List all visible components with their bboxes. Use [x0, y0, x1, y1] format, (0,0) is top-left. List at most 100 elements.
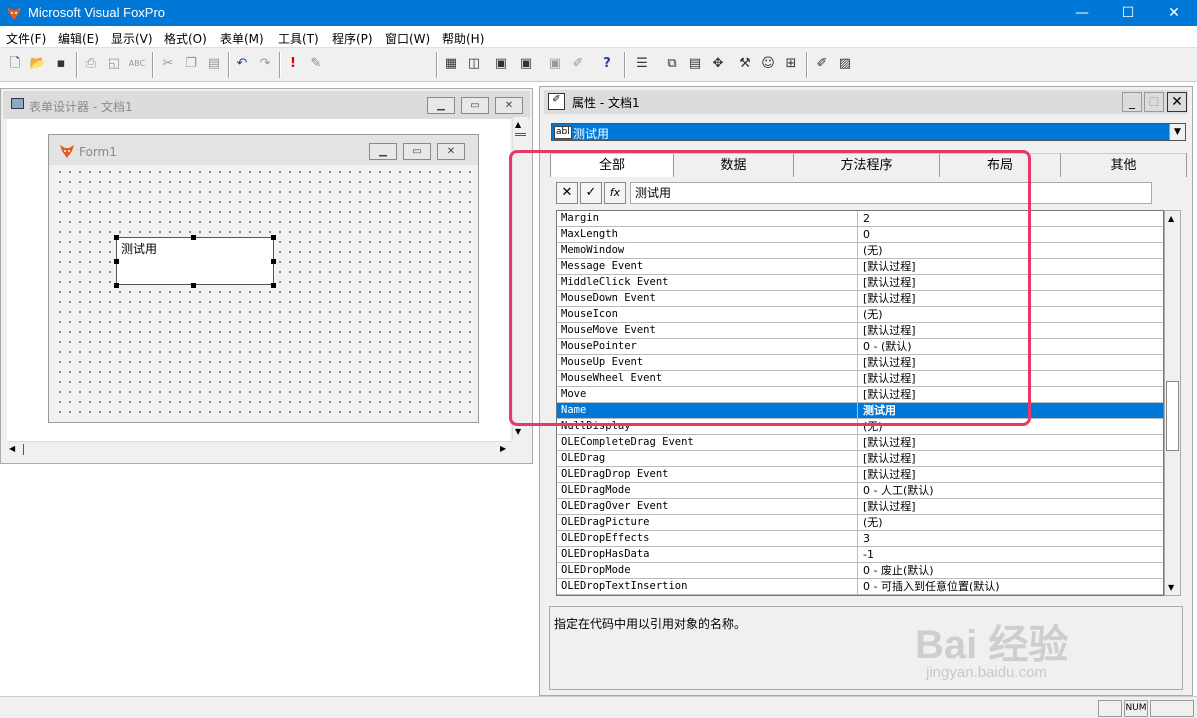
- property-row[interactable]: OLECompleteDrag Event [默认过程]: [557, 435, 1163, 451]
- selection-handle[interactable]: [191, 235, 196, 240]
- undo-icon[interactable]: ↶: [231, 53, 253, 75]
- paste-icon[interactable]: ▤: [203, 53, 225, 75]
- properties-titlebar[interactable]: ✐ 属性 - 文档1 _ ☐ ✕: [544, 90, 1188, 114]
- status-num-indicator: NUM: [1124, 700, 1148, 717]
- property-row[interactable]: OLEDrag [默认过程]: [557, 451, 1163, 467]
- form1-grid[interactable]: [55, 167, 473, 417]
- scroll-thumb-horizontal[interactable]: [23, 444, 26, 455]
- spell-check-icon[interactable]: ABC: [126, 53, 148, 75]
- scroll-down-icon[interactable]: ▼: [1168, 583, 1174, 592]
- scroll-right-icon[interactable]: ▶: [500, 444, 506, 453]
- minimize-button[interactable]: —: [1059, 0, 1105, 26]
- open-icon[interactable]: 📂: [27, 53, 49, 75]
- menu-view[interactable]: 显示(V): [111, 30, 153, 47]
- scroll-up-icon[interactable]: ▲: [1168, 214, 1174, 223]
- form-builder-icon[interactable]: ✐: [811, 53, 833, 75]
- property-row[interactable]: OLEDropMode 0 - 废止(默认): [557, 563, 1163, 579]
- selection-handle[interactable]: [114, 235, 119, 240]
- scroll-up-icon[interactable]: ▲: [515, 120, 521, 129]
- property-name: OLEDropEffects: [561, 532, 650, 544]
- close-button[interactable]: ✕: [1151, 0, 1197, 26]
- menu-format[interactable]: 格式(O): [164, 30, 207, 47]
- selection-handle[interactable]: [191, 283, 196, 288]
- selection-handle[interactable]: [114, 259, 119, 264]
- data-environment-icon[interactable]: ⧉: [661, 53, 683, 75]
- form1-close-button[interactable]: ✕: [437, 143, 465, 160]
- form1-restore-button[interactable]: ▭: [403, 143, 431, 160]
- scroll-thumb[interactable]: [1166, 381, 1179, 451]
- property-grid-scrollbar[interactable]: ▲ ▼: [1164, 210, 1181, 596]
- wizard-icon[interactable]: ▣: [544, 53, 566, 75]
- designer-horizontal-scrollbar[interactable]: ◀ ▶: [7, 441, 512, 457]
- color-palette-icon[interactable]: ☺: [757, 53, 779, 75]
- report-wizard-icon[interactable]: ▣: [515, 53, 537, 75]
- modify-form-icon[interactable]: ✎: [305, 53, 327, 75]
- form-control-toolbar-icon[interactable]: ☰: [631, 53, 653, 75]
- menu-help[interactable]: 帮助(H): [442, 30, 484, 47]
- property-name: OLEDragDrop Event: [561, 468, 669, 480]
- selection-handle[interactable]: [114, 283, 119, 288]
- property-row[interactable]: OLEDragDrop Event [默认过程]: [557, 467, 1163, 483]
- run-icon[interactable]: !: [282, 53, 304, 75]
- form-designer-titlebar[interactable]: 表单设计器 - 文档1 ▁ ▭ ✕: [3, 91, 530, 119]
- print-preview-icon[interactable]: ◱: [103, 53, 125, 75]
- form1-minimize-button[interactable]: ▁: [369, 143, 397, 160]
- object-selector[interactable]: abl 测试用 ▼: [551, 123, 1186, 141]
- property-row[interactable]: OLEDropEffects 3: [557, 531, 1163, 547]
- property-row[interactable]: OLEDropTextInsertion 0 - 可插入到任意位置(默认): [557, 579, 1163, 595]
- menu-program[interactable]: 程序(P): [332, 30, 373, 47]
- selection-handle[interactable]: [271, 235, 276, 240]
- copy-icon[interactable]: ❐: [180, 53, 202, 75]
- properties-window-icon: ✐: [548, 93, 565, 110]
- property-value: 0 - 人工(默认): [863, 484, 934, 497]
- menu-form[interactable]: 表单(M): [220, 30, 264, 47]
- property-row[interactable]: OLEDragPicture (无): [557, 515, 1163, 531]
- redo-icon[interactable]: ↷: [254, 53, 276, 75]
- tab-other[interactable]: 其他: [1061, 153, 1187, 177]
- form1-titlebar[interactable]: Form1 ▁ ▭ ✕: [49, 135, 478, 165]
- menu-window[interactable]: 窗口(W): [385, 30, 430, 47]
- scroll-thumb[interactable]: [515, 133, 526, 136]
- menu-edit[interactable]: 编辑(E): [58, 30, 99, 47]
- form1-title: Form1: [79, 145, 117, 159]
- property-name: OLEDrag: [561, 452, 606, 464]
- designer-close-button[interactable]: ✕: [495, 97, 523, 114]
- menu-tools[interactable]: 工具(T): [278, 30, 319, 47]
- properties-minimize-button[interactable]: _: [1122, 92, 1142, 112]
- selection-handle[interactable]: [271, 259, 276, 264]
- property-name: OLEDropHasData: [561, 548, 650, 560]
- form-wizard-icon[interactable]: ▣: [490, 53, 512, 75]
- help-icon[interactable]: ?: [596, 53, 618, 75]
- new-icon[interactable]: 🗋: [4, 53, 26, 75]
- scroll-down-icon[interactable]: ▼: [515, 427, 521, 436]
- property-name: OLECompleteDrag Event: [561, 436, 694, 448]
- builder-icon[interactable]: ✐: [567, 53, 589, 75]
- cut-icon[interactable]: ✂: [157, 53, 179, 75]
- properties-close-button[interactable]: ✕: [1167, 92, 1187, 112]
- textbox-control[interactable]: 测试用: [116, 237, 274, 285]
- tools-icon[interactable]: ⚒: [734, 53, 756, 75]
- maximize-button[interactable]: ☐: [1105, 0, 1151, 26]
- property-value: 3: [863, 532, 870, 545]
- baidu-watermark-url: jingyan.baidu.com: [926, 664, 1047, 681]
- save-icon[interactable]: ▪: [50, 53, 72, 75]
- designer-minimize-button[interactable]: ▁: [427, 97, 455, 114]
- selection-handle[interactable]: [271, 283, 276, 288]
- layout-icon[interactable]: ⊞: [780, 53, 802, 75]
- property-name: OLEDropTextInsertion: [561, 580, 688, 592]
- scroll-left-icon[interactable]: ◀: [9, 444, 15, 453]
- property-row[interactable]: OLEDropHasData -1: [557, 547, 1163, 563]
- foxpro-logo-icon: [6, 5, 22, 21]
- property-row[interactable]: OLEDragMode 0 - 人工(默认): [557, 483, 1163, 499]
- designer-restore-button[interactable]: ▭: [461, 97, 489, 114]
- menu-file[interactable]: 文件(F): [6, 30, 46, 47]
- print-icon[interactable]: ⎙: [80, 53, 102, 75]
- database-icon[interactable]: ▦: [440, 53, 462, 75]
- chevron-down-icon[interactable]: ▼: [1169, 124, 1185, 140]
- report-icon[interactable]: ◫: [463, 53, 485, 75]
- property-row[interactable]: OLEDragOver Event [默认过程]: [557, 499, 1163, 515]
- code-icon[interactable]: ✥: [707, 53, 729, 75]
- autoformat-icon[interactable]: ▨: [834, 53, 856, 75]
- properties-maximize-button[interactable]: ☐: [1144, 92, 1164, 112]
- properties-icon[interactable]: ▤: [684, 53, 706, 75]
